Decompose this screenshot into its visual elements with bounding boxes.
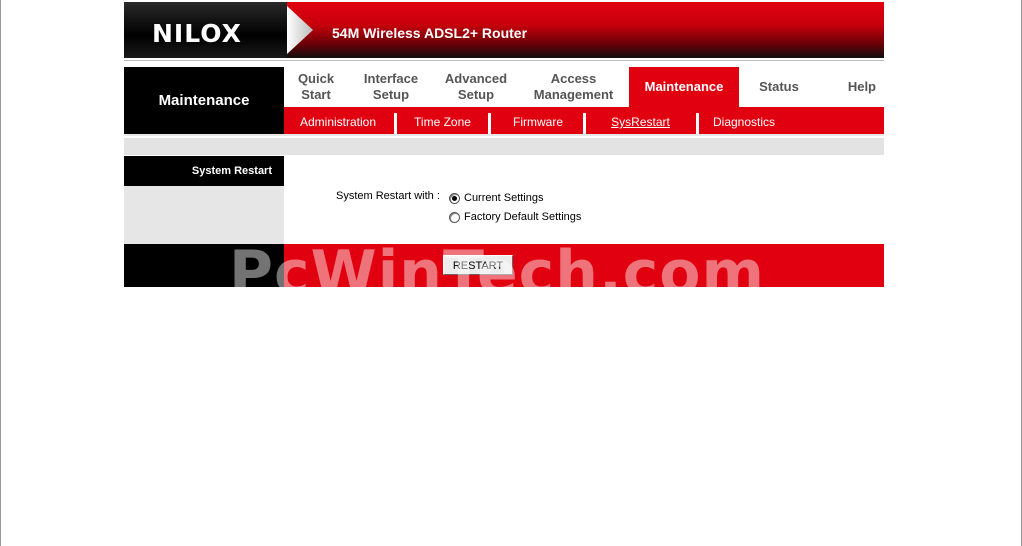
option-label: Factory Default Settings <box>464 211 582 223</box>
sidebar-label: System Restart <box>191 165 272 177</box>
tab-label: Advanced Setup <box>444 71 508 102</box>
tab-quick-start[interactable]: Quick Start <box>284 67 348 107</box>
tab-label: Interface Setup <box>363 71 419 102</box>
subtab-sysrestart[interactable]: SysRestart <box>594 107 687 134</box>
tab-advanced-setup[interactable]: Advanced Setup <box>434 67 518 107</box>
tab-help[interactable]: Help <box>819 67 884 107</box>
brand-logo: NILOX <box>152 19 242 48</box>
section-title-box: Maintenance <box>124 67 284 134</box>
arrow-icon <box>287 6 313 54</box>
tab-status[interactable]: Status <box>739 67 819 107</box>
header-banner: NILOX 54M Wireless ADSL2+ Router <box>124 2 884 58</box>
divider <box>583 113 586 134</box>
restart-button[interactable]: RESTART <box>443 255 513 275</box>
divider <box>124 134 884 136</box>
tab-label: Maintenance <box>644 79 724 94</box>
footer-bar <box>284 244 884 287</box>
tab-label: Quick Start <box>297 71 335 102</box>
restart-with-label: System Restart with : <box>336 190 440 202</box>
main-nav: Quick Start Interface Setup Advanced Set… <box>284 67 884 107</box>
sidebar-header: System Restart <box>124 156 284 186</box>
tab-label: Access Management <box>533 71 614 102</box>
subtab-diagnostics[interactable]: Diagnostics <box>704 107 784 134</box>
radio-button[interactable] <box>449 211 460 223</box>
subtab-administration[interactable]: Administration <box>284 107 392 134</box>
divider <box>394 113 397 134</box>
divider <box>488 113 491 134</box>
tab-label: Status <box>759 79 799 94</box>
tab-interface-setup[interactable]: Interface Setup <box>348 67 434 107</box>
tab-access-management[interactable]: Access Management <box>518 67 629 107</box>
subtab-time-zone[interactable]: Time Zone <box>400 107 485 134</box>
spacer-bar <box>124 138 884 155</box>
tab-maintenance[interactable]: Maintenance <box>629 67 739 107</box>
divider <box>124 60 884 61</box>
logo-box: NILOX <box>124 2 287 58</box>
product-title: 54M Wireless ADSL2+ Router <box>332 25 528 41</box>
option-label: Current Settings <box>464 192 544 204</box>
sub-nav: Administration Time Zone Firmware SysRes… <box>284 107 884 134</box>
subtab-firmware[interactable]: Firmware <box>494 107 582 134</box>
footer-left <box>124 244 284 287</box>
option-current-settings[interactable]: Current Settings <box>449 192 543 204</box>
sidebar-body <box>124 186 284 244</box>
tab-label: Help <box>847 79 876 94</box>
option-factory-default[interactable]: Factory Default Settings <box>449 211 581 223</box>
radio-button[interactable] <box>449 192 460 204</box>
page-title: Maintenance <box>158 92 250 109</box>
divider <box>696 113 699 134</box>
